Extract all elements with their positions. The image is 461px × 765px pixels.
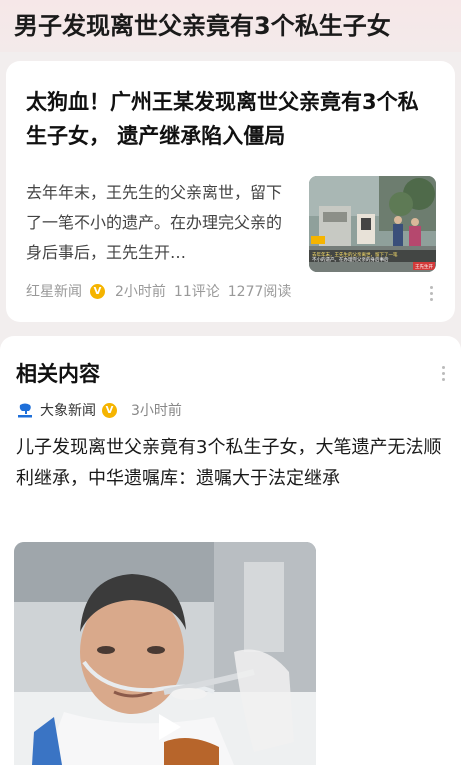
article-title[interactable]: 太狗血！广州王某发现离世父亲竟有3个私生子女， 遗产继承陷入僵局 [26,85,436,153]
related-heading: 相关内容 [16,362,100,386]
verified-v-icon: V [90,283,105,299]
daxiang-logo-icon [16,402,34,418]
page-title: 男子发现离世父亲竟有3个私生子女 [14,12,391,40]
article-summary: 去年年末，王先生的父亲离世，留下了一笔不小的遗产。在办理完父亲的身后事后，王先生… [26,183,283,262]
article-card[interactable]: 太狗血！广州王某发现离世父亲竟有3个私生子女， 遗产继承陷入僵局 去年年末，王先… [6,61,455,322]
article-comments[interactable]: 11评论 [174,281,220,301]
thumbnail-caption-2: 不小的遗产。在办理完父亲的身后事后 [312,256,389,263]
more-dots-icon[interactable] [442,366,446,381]
top-header: 男子发现离世父亲竟有3个私生子女 [0,0,461,52]
related-section: 相关内容 大象新闻 V 3小时前 儿子发现离世父亲竟有3个私生子女，大笔遗产无法… [0,336,461,765]
related-time: 3小时前 [131,403,182,419]
thumbnail-caption-1: 去年年末，王先生的父亲离世，留下了一笔 [312,251,398,258]
verified-v-icon: V [102,402,117,418]
related-source[interactable]: 大象新闻 [40,400,96,420]
related-source-row: 大象新闻 V 3小时前 [16,400,182,420]
more-dots-icon[interactable] [430,286,434,301]
thumbnail-image: 去年年末，王先生的父亲离世，留下了一笔 不小的遗产。在办理完父亲的身后事后 王先… [309,176,436,272]
article-source[interactable]: 红星新闻 [26,281,82,301]
related-article-title[interactable]: 儿子发现离世父亲竟有3个私生子女，大笔遗产无法顺利继承，中华遗嘱库：遗嘱大于法定… [16,432,444,494]
article-thumbnail[interactable]: 去年年末，王先生的父亲离世，留下了一笔 不小的遗产。在办理完父亲的身后事后 王先… [309,176,436,272]
article-reads: 1277阅读 [227,284,292,300]
related-video[interactable] [14,542,316,765]
thumbnail-name-tag: 王先生开 [415,263,433,270]
play-icon[interactable] [151,710,185,744]
article-meta: 红星新闻 V 2小时前 11评论 1277阅读 [26,281,299,301]
article-time: 2小时前 [115,284,166,300]
